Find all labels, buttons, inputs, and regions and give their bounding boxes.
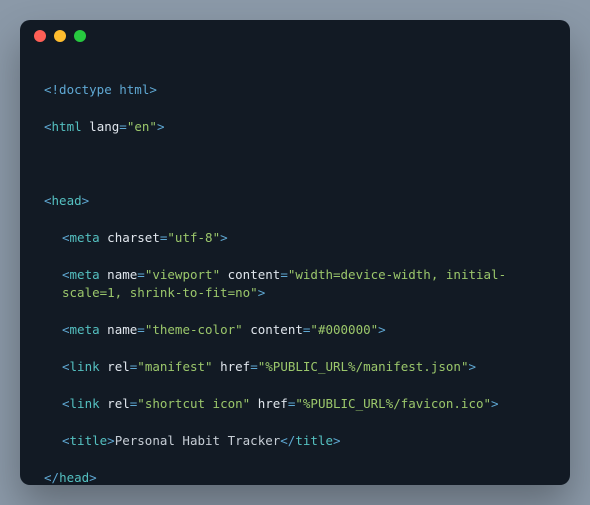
doctype: <!doctype html> [44,82,157,97]
maximize-icon[interactable] [74,30,86,42]
titlebar [20,20,570,52]
close-icon[interactable] [34,30,46,42]
page-title-text: Personal Habit Tracker [115,433,281,448]
code-area: <!doctype html> <html lang="en"> <head> … [20,52,570,485]
editor-window: <!doctype html> <html lang="en"> <head> … [20,20,570,485]
minimize-icon[interactable] [54,30,66,42]
